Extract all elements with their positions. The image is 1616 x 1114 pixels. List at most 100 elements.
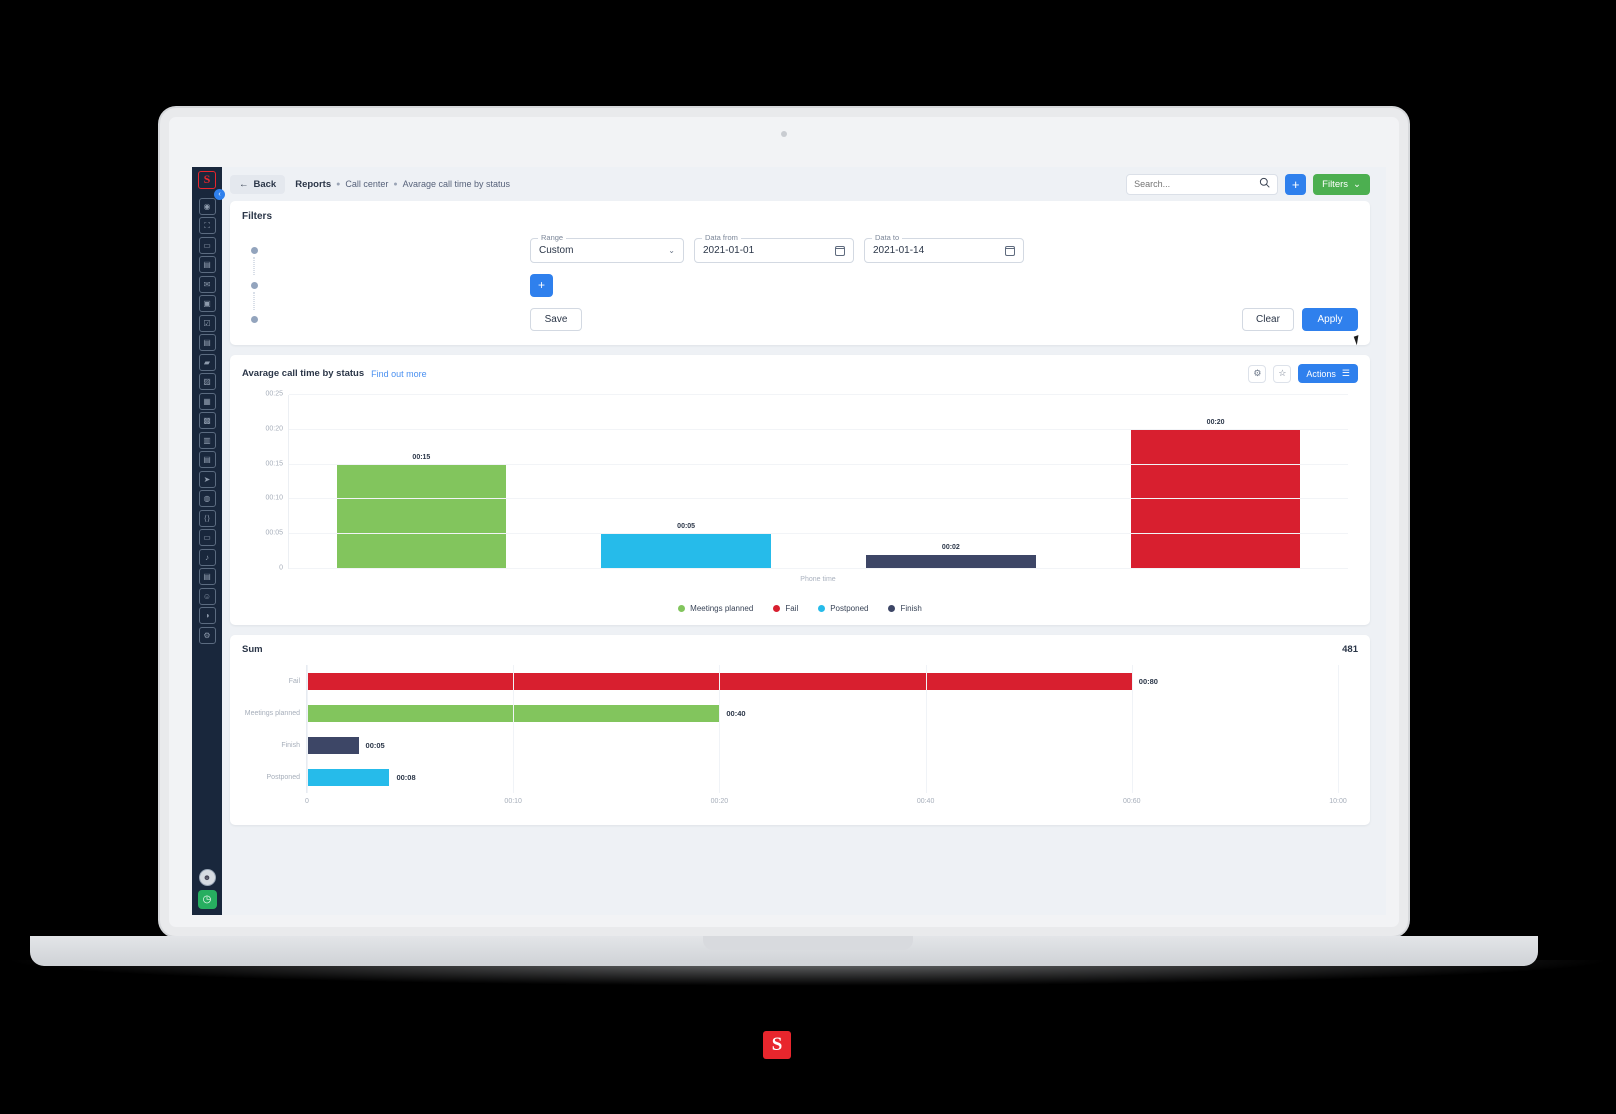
store-icon[interactable]: ▩ — [198, 412, 216, 429]
bar-group: 00:20 — [1130, 419, 1301, 569]
list-icon[interactable]: ▤ — [198, 568, 216, 585]
range-value: Custom — [539, 245, 574, 256]
bar-category-label: Meetings planned — [244, 709, 300, 717]
x-axis-tick-label: 00:10 — [504, 798, 522, 805]
megaphone-icon[interactable]: ◑ — [198, 607, 216, 624]
legend-color-swatch — [678, 605, 686, 612]
bar-category-label: Finish — [281, 741, 300, 749]
actions-label: Actions — [1306, 368, 1336, 379]
settings-icon[interactable]: ⚙ — [198, 626, 216, 644]
send-icon[interactable]: ➤ — [198, 470, 216, 488]
clock-icon[interactable]: ◷ — [197, 890, 217, 909]
y-axis-tick-label: 0 — [279, 564, 283, 572]
package-icon[interactable]: ▦ — [198, 392, 216, 410]
calendar-icon[interactable]: ▣ — [198, 295, 216, 312]
image-icon[interactable]: ▨ — [198, 373, 216, 390]
date-from-label: Data from — [702, 233, 741, 242]
users-icon[interactable]: ▥ — [198, 431, 216, 449]
find-out-more-link[interactable]: Find out more — [371, 369, 427, 379]
legend-item[interactable]: Meetings planned — [678, 604, 753, 613]
chart-card-header: Avarage call time by status Find out mor… — [242, 364, 1358, 383]
avatar[interactable]: ☻ — [198, 869, 216, 886]
filters-card: Filters Range Custom ⌄ Data from 2021-01… — [230, 201, 1370, 346]
contacts-icon[interactable]: ☺ — [198, 587, 216, 605]
bar-group: 00:15 — [336, 454, 507, 569]
legend-item[interactable]: Fail — [773, 604, 798, 613]
breadcrumb-separator: ● — [393, 180, 398, 188]
search-box[interactable] — [1126, 173, 1279, 195]
bar-fail[interactable] — [1130, 429, 1301, 569]
webcam-icon — [781, 131, 787, 137]
gridline: 00:10 — [504, 665, 522, 805]
cloud-icon[interactable]: ◍ — [198, 490, 216, 507]
gridline: 00:10 — [265, 495, 1348, 502]
search-input[interactable] — [1134, 179, 1260, 189]
content-scroll: Filters Range Custom ⌄ Data from 2021-01… — [222, 201, 1386, 915]
filters-label: Filters — [1322, 178, 1349, 190]
chat-icon[interactable]: ▭ — [198, 236, 216, 254]
bar-postponed[interactable] — [307, 768, 390, 786]
y-axis-tick-label: 00:05 — [265, 529, 283, 537]
add-button[interactable]: + — [1285, 173, 1307, 195]
back-button[interactable]: ← Back — [230, 174, 286, 194]
apply-button[interactable]: Apply — [1302, 308, 1358, 331]
back-label: Back — [253, 178, 277, 190]
bar-value-label: 00:02 — [941, 544, 960, 552]
date-to-input[interactable]: Data to 2021-01-14 — [864, 233, 1024, 263]
bar-category-label: Postponed — [266, 773, 300, 781]
sidebar-collapse-icon[interactable]: ‹ — [214, 189, 225, 200]
left-sidebar: S ‹ ◉ ⛶ ▭ ▤ ✉ ▣ ☑ ▤ ▰ ▨ ▦ ▩ ▥ ▤ ➤ ◍ ⟨⟩ ▭ ♪ ▤ ☺ ◑ ⚙ ☻ ◷ — [192, 167, 225, 915]
breadcrumb-root[interactable]: Reports — [295, 179, 331, 190]
analytics-icon[interactable]: ⛶ — [198, 217, 216, 234]
bar-finish[interactable] — [307, 736, 359, 754]
actions-button[interactable]: Actions ☰ — [1298, 364, 1358, 383]
task-icon[interactable]: ☑ — [198, 314, 216, 332]
briefcase-icon[interactable]: ▤ — [198, 334, 216, 351]
date-from-input[interactable]: Data from 2021-01-01 — [694, 233, 854, 263]
building-icon[interactable]: ▤ — [198, 256, 216, 273]
bell-icon[interactable]: ♪ — [198, 548, 216, 566]
sum-chart-bars: Fail 00:80 Meetings planned 00:40 Finish 00:0… — [245, 665, 1338, 793]
sum-title: Sum — [242, 644, 263, 655]
bar-value-label: 00:05 — [677, 523, 696, 531]
gear-icon[interactable]: ⚙ — [1248, 364, 1267, 383]
calendar-icon[interactable] — [1005, 245, 1015, 256]
breadcrumb-separator: ● — [336, 180, 341, 188]
mail-icon[interactable]: ✉ — [198, 275, 216, 293]
laptop-frame: S ‹ ◉ ⛶ ▭ ▤ ✉ ▣ ☑ ▤ ▰ ▨ ▦ ▩ ▥ ▤ ➤ ◍ ⟨⟩ ▭ ♪ ▤ ☺ ◑ ⚙ ☻ ◷ ← Back … — [160, 108, 1408, 936]
code-icon[interactable]: ⟨⟩ — [198, 509, 216, 527]
bar-meetings-planned[interactable] — [336, 464, 507, 569]
bar-postponed[interactable] — [601, 534, 771, 569]
dashboard-icon[interactable]: ◉ — [198, 197, 216, 215]
grid-icon[interactable]: ▤ — [198, 451, 216, 468]
laptop-shadow — [0, 960, 1616, 986]
gridline: 00:60 — [1123, 665, 1141, 805]
search-icon[interactable] — [1259, 175, 1270, 193]
bar-row: Finish 00:05 — [281, 736, 1338, 754]
rail-dot — [250, 282, 258, 289]
bar-category-label: Fail — [288, 677, 300, 685]
sum-card-header: Sum 481 — [242, 644, 1358, 655]
folder-icon[interactable]: ▰ — [198, 353, 216, 371]
legend-item[interactable]: Finish — [888, 604, 922, 613]
range-select[interactable]: Range Custom ⌄ — [530, 233, 684, 263]
x-axis-tick-label: 00:60 — [1123, 798, 1141, 805]
clear-button[interactable]: Clear — [1242, 308, 1294, 331]
bar-finish[interactable] — [866, 555, 1036, 569]
legend-item[interactable]: Postponed — [818, 604, 868, 613]
y-axis-tick-label: 00:25 — [265, 390, 283, 398]
x-axis-tick-label: 0 — [305, 798, 309, 805]
star-icon[interactable]: ☆ — [1273, 364, 1292, 383]
box-icon[interactable]: ▭ — [198, 529, 216, 546]
calendar-icon[interactable] — [835, 245, 845, 256]
save-button[interactable]: Save — [530, 308, 582, 331]
legend-color-swatch — [888, 605, 896, 612]
add-condition-button[interactable]: + — [530, 274, 553, 297]
legend-color-swatch — [773, 605, 781, 612]
gridline: 00:05 — [265, 530, 1348, 537]
chart-bars: 00:15 00:05 00:02 00:20 — [289, 395, 1348, 569]
app-logo[interactable]: S — [198, 171, 216, 189]
x-axis-tick-label: 00:40 — [916, 798, 935, 805]
filters-button[interactable]: Filters ⌄ — [1313, 173, 1370, 195]
breadcrumb-item-0[interactable]: Call center — [345, 179, 388, 189]
